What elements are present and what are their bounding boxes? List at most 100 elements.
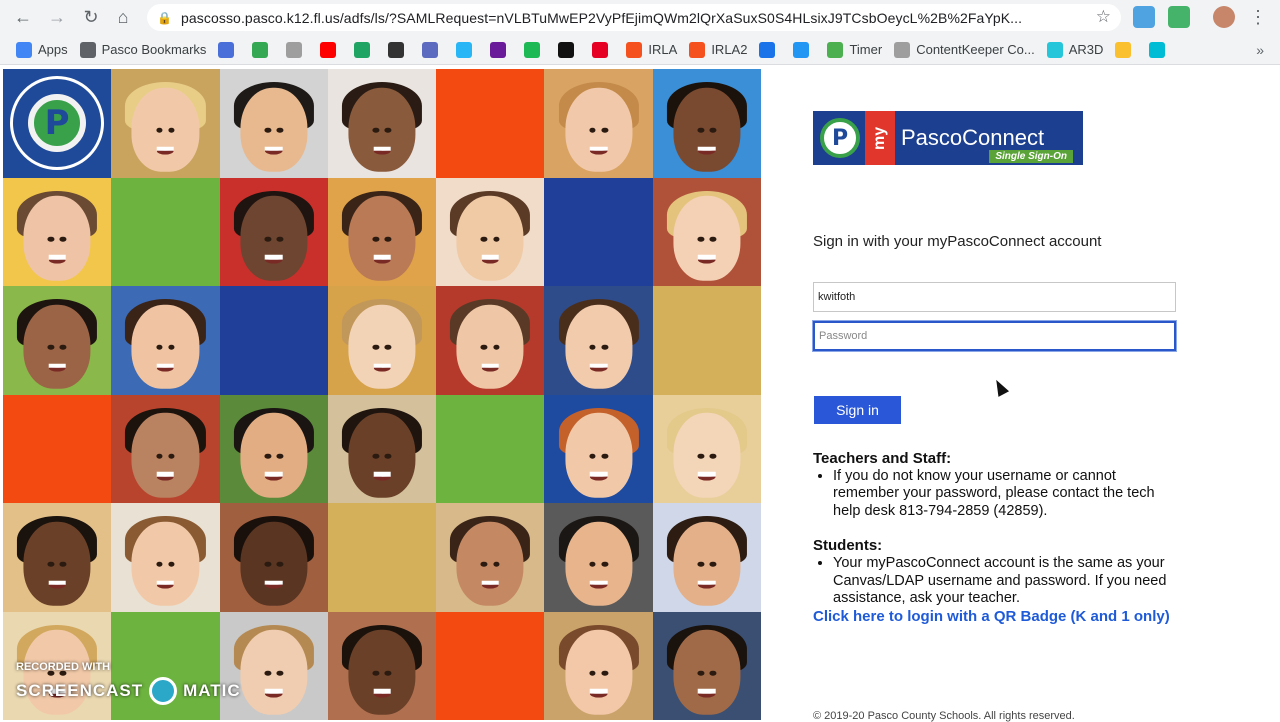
bookmark-item[interactable]: Pasco Bookmarks — [79, 41, 207, 58]
password-field[interactable] — [812, 320, 1177, 352]
screencast-extension-icon[interactable] — [1168, 6, 1190, 28]
bookmark-icon — [524, 41, 541, 58]
url-text[interactable]: pascosso.pasco.k12.fl.us/adfs/ls/?SAMLRe… — [181, 10, 1081, 26]
student-photo-tile — [544, 611, 653, 720]
bookmark-label: IRLA — [648, 42, 678, 57]
district-p-icon: P — [820, 118, 860, 158]
bookmark-item[interactable] — [793, 41, 815, 58]
face-illustration — [23, 304, 91, 390]
face-illustration — [565, 521, 633, 607]
bookmark-star-icon[interactable]: ☆ — [1096, 7, 1111, 27]
photo-mosaic: P — [3, 69, 761, 720]
bookmark-item[interactable]: IRLA — [626, 41, 678, 58]
username-field[interactable] — [813, 282, 1176, 312]
back-icon[interactable]: ← — [8, 2, 38, 32]
bookmark-label: ContentKeeper Co... — [916, 42, 1035, 57]
qr-badge-login-link[interactable]: Click here to login with a QR Badge (K a… — [813, 608, 1173, 626]
district-logo-tile: P — [3, 69, 112, 178]
students-heading: Students: — [813, 537, 883, 555]
bookmark-item[interactable]: ContentKeeper Co... — [894, 41, 1035, 58]
face-illustration — [131, 521, 199, 607]
mypascoconnect-logo: P my PascoConnect Single Sign-On — [813, 111, 1083, 165]
bookmark-label: Timer — [849, 42, 883, 57]
screencast-watermark: RECORDED WITH SCREENCAST MATIC — [16, 661, 241, 705]
brand-subtitle: Single Sign-On — [989, 150, 1073, 163]
reload-icon[interactable]: ↻ — [76, 2, 106, 32]
bookmarks-overflow-icon[interactable]: » — [1256, 42, 1264, 58]
bookmark-item[interactable] — [456, 41, 478, 58]
student-photo-tile — [652, 69, 761, 178]
bookmark-item[interactable] — [759, 41, 781, 58]
teachers-help-text: If you do not know your username or cann… — [833, 468, 1173, 521]
bookmark-item[interactable] — [558, 41, 580, 58]
face-illustration — [348, 195, 416, 281]
screencast-logo-icon — [149, 677, 178, 705]
bookmark-item[interactable] — [490, 41, 512, 58]
student-photo-tile — [111, 286, 220, 395]
bookmark-icon — [894, 41, 911, 58]
bookmark-icon — [759, 41, 776, 58]
student-photo-tile — [544, 503, 653, 612]
bookmark-item[interactable] — [218, 41, 240, 58]
color-tile — [652, 286, 761, 395]
bookmark-icon — [320, 41, 337, 58]
bookmark-icon — [827, 41, 844, 58]
home-icon[interactable]: ⌂ — [108, 2, 138, 32]
bookmark-label: Apps — [38, 42, 68, 57]
bookmark-item[interactable]: Timer — [827, 41, 883, 58]
bookmark-icon — [354, 41, 371, 58]
brand-prefix: my — [865, 111, 895, 165]
bookmark-item[interactable] — [286, 41, 308, 58]
bookmark-icon — [422, 41, 439, 58]
face-illustration — [348, 629, 416, 715]
menu-icon[interactable]: ⋮ — [1243, 2, 1273, 32]
student-photo-tile — [652, 177, 761, 286]
forward-icon[interactable]: → — [42, 2, 72, 32]
student-photo-tile — [652, 503, 761, 612]
bookmark-item[interactable] — [1149, 41, 1171, 58]
copyright-footer: © 2019-20 Pasco County Schools. All righ… — [813, 710, 1075, 722]
student-photo-tile — [544, 286, 653, 395]
student-photo-tile — [327, 394, 437, 503]
bookmark-item[interactable]: Apps — [16, 41, 68, 58]
bookmark-item[interactable] — [524, 41, 546, 58]
pasco-county-logo: P — [3, 69, 112, 178]
student-photo-tile — [436, 177, 545, 286]
face-illustration — [240, 412, 308, 498]
face-illustration — [456, 521, 524, 607]
bookmark-icon — [689, 41, 706, 58]
bookmark-item[interactable] — [388, 41, 410, 58]
bookmark-icon — [1046, 41, 1063, 58]
bookmark-item[interactable] — [354, 41, 376, 58]
face-illustration — [673, 195, 741, 281]
student-photo-tile — [327, 177, 437, 286]
bookmark-icon — [388, 41, 405, 58]
bookmark-item[interactable] — [592, 41, 614, 58]
face-illustration — [240, 87, 308, 173]
bookmark-item[interactable] — [1115, 41, 1137, 58]
bookmark-item[interactable] — [252, 41, 274, 58]
student-photo-tile — [3, 503, 112, 612]
student-photo-tile — [652, 611, 761, 720]
student-photo-tile — [327, 286, 437, 395]
student-photo-tile — [544, 394, 653, 503]
cloud-extension-icon[interactable] — [1133, 6, 1155, 28]
student-photo-tile — [219, 177, 328, 286]
help-section: Teachers and Staff: If you do not know y… — [813, 450, 1173, 625]
bookmark-item[interactable]: AR3D — [1046, 41, 1103, 58]
student-photo-tile — [652, 394, 761, 503]
bookmark-label: IRLA2 — [711, 42, 748, 57]
color-tile — [327, 503, 437, 612]
profile-avatar[interactable] — [1213, 6, 1235, 28]
bookmark-item[interactable] — [422, 41, 444, 58]
bookmark-item[interactable] — [320, 41, 342, 58]
bookmark-item[interactable]: IRLA2 — [689, 41, 748, 58]
student-photo-tile — [436, 286, 545, 395]
address-bar[interactable]: 🔒 pascosso.pasco.k12.fl.us/adfs/ls/?SAML… — [147, 4, 1121, 31]
face-illustration — [565, 87, 633, 173]
district-p-icon: P — [28, 94, 87, 153]
sign-in-button[interactable]: Sign in — [814, 396, 901, 424]
student-photo-tile — [111, 503, 220, 612]
color-tile — [111, 177, 220, 286]
bookmark-label: Pasco Bookmarks — [101, 42, 207, 57]
